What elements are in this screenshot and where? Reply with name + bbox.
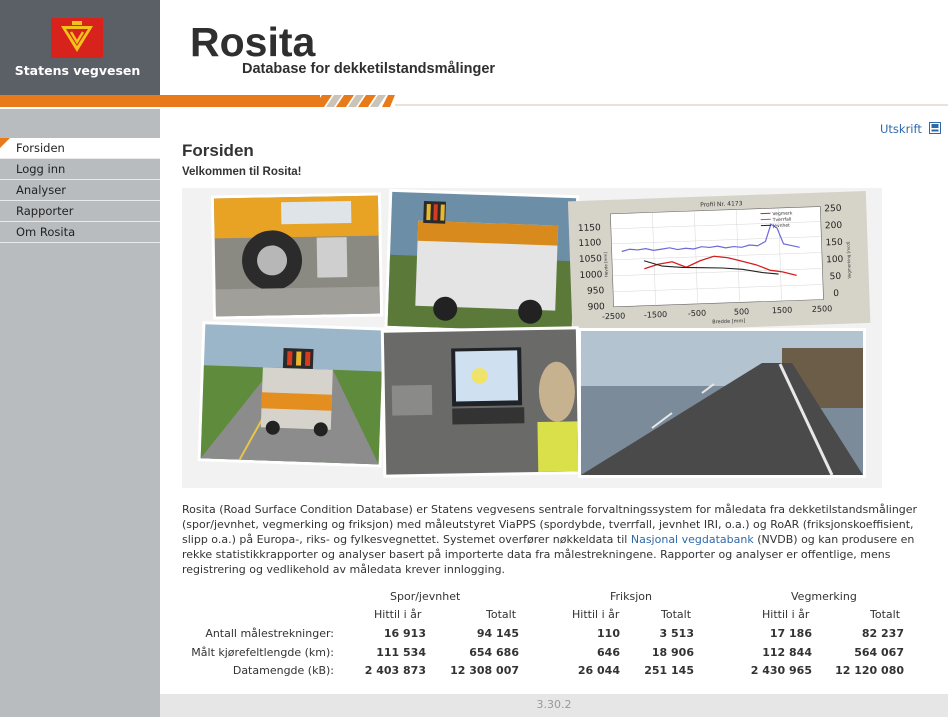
sub-header: Totalt <box>661 608 692 621</box>
photo-van-road <box>197 321 387 468</box>
intro-text: Rosita (Road Surface Condition Database)… <box>182 502 938 577</box>
chart-title: Profil Nr. 4173 <box>700 200 743 208</box>
header-stripe <box>0 95 395 107</box>
svg-text:1100: 1100 <box>578 238 602 249</box>
svg-text:200: 200 <box>825 221 843 232</box>
table-cell: 112 844 <box>762 646 812 659</box>
svg-text:2500: 2500 <box>812 304 833 314</box>
svg-text:1050: 1050 <box>579 254 603 265</box>
sidebar: Forsiden Logg inn Analyser Rapporter Om … <box>0 109 160 717</box>
table-cell: 82 237 <box>861 627 904 640</box>
sidebar-item-rapporter[interactable]: Rapporter <box>0 201 160 222</box>
table-cell: 111 534 <box>376 646 426 659</box>
table-cell: 94 145 <box>476 627 519 640</box>
photo-van-sign <box>384 188 580 336</box>
sub-header: Totalt <box>870 608 901 621</box>
svg-text:250: 250 <box>824 204 842 215</box>
svg-text:Vegmerk: Vegmerk <box>772 211 793 218</box>
statens-vegvesen-logo-icon <box>51 18 103 58</box>
table-cell: 3 513 <box>659 627 694 640</box>
sidebar-item-analyser[interactable]: Analyser <box>0 180 160 201</box>
table-cell: 16 913 <box>383 627 426 640</box>
svg-text:Tverrfall: Tverrfall <box>772 217 792 224</box>
sub-header: Hittil i år <box>572 608 620 621</box>
app-title: Rosita <box>190 19 316 65</box>
svg-text:-500: -500 <box>688 309 706 319</box>
svg-text:50: 50 <box>830 272 842 282</box>
sidebar-item-om-rosita[interactable]: Om Rosita <box>0 222 160 243</box>
photo-laptop <box>380 326 582 478</box>
row-label: Målt kjørefeltlengde (km): <box>191 646 334 659</box>
photo-collage: Profil Nr. 4173 1150 1100 1050 1000 950 … <box>182 188 882 488</box>
table-cell: 564 067 <box>854 646 904 659</box>
svg-text:0: 0 <box>833 289 839 299</box>
sub-header: Hittil i år <box>374 608 422 621</box>
table-cell: 26 044 <box>577 664 620 677</box>
svg-text:900: 900 <box>587 302 605 313</box>
print-link[interactable]: Utskrift <box>880 122 922 136</box>
sidebar-item-logg-inn[interactable]: Logg inn <box>0 159 160 180</box>
table-cell: 12 308 007 <box>450 664 519 677</box>
table-cell: 2 403 873 <box>364 664 426 677</box>
svg-text:150: 150 <box>825 238 843 249</box>
table-cell: 654 686 <box>469 646 519 659</box>
logo-box[interactable]: Statens vegvesen <box>0 0 160 95</box>
table-cell: 2 430 965 <box>750 664 812 677</box>
table-cell: 251 145 <box>644 664 694 677</box>
group-header-vegmerking: Vegmerking <box>791 590 857 603</box>
page-title: Forsiden <box>182 141 254 160</box>
sidebar-item-forsiden[interactable]: Forsiden <box>0 138 160 159</box>
svg-text:Bredde [mm]: Bredde [mm] <box>712 318 745 325</box>
table-cell: 18 906 <box>651 646 694 659</box>
row-label: Datamengde (kB): <box>232 664 334 677</box>
group-header-friksjon: Friksjon <box>610 590 652 603</box>
table-cell: 110 <box>597 627 620 640</box>
group-header-spor: Spor/jevnhet <box>390 590 461 603</box>
footer-version: 3.30.2 <box>160 694 948 717</box>
sub-header: Hittil i år <box>762 608 810 621</box>
svg-text:500: 500 <box>734 307 750 317</box>
print-icon[interactable] <box>929 122 941 134</box>
profile-chart: Profil Nr. 4173 1150 1100 1050 1000 950 … <box>567 190 871 334</box>
table-cell: 646 <box>597 646 620 659</box>
sub-header: Totalt <box>486 608 517 621</box>
svg-text:Høyde [mm]: Høyde [mm] <box>603 252 609 278</box>
photo-road <box>578 328 866 478</box>
svg-text:100: 100 <box>826 255 844 266</box>
welcome-text: Velkommen til Rosita! <box>182 166 302 178</box>
svg-text:1150: 1150 <box>578 223 602 234</box>
org-name: Statens vegvesen <box>14 63 141 78</box>
app-subtitle: Database for dekketilstandsmålinger <box>242 61 496 77</box>
nvdb-link[interactable]: Nasjonal vegdatabank <box>631 533 754 546</box>
table-cell: 12 120 080 <box>835 664 904 677</box>
row-label: Antall målestrekninger: <box>205 627 334 640</box>
svg-text:1000: 1000 <box>579 270 603 281</box>
table-cell: 17 186 <box>769 627 812 640</box>
photo-truck-wheel <box>210 192 384 320</box>
svg-text:-2500: -2500 <box>602 311 626 321</box>
svg-text:Jevnhet: Jevnhet <box>772 223 790 230</box>
svg-text:950: 950 <box>587 286 605 297</box>
svg-text:1500: 1500 <box>772 306 793 316</box>
header-divider <box>395 104 948 106</box>
svg-text:-1500: -1500 <box>644 310 668 320</box>
